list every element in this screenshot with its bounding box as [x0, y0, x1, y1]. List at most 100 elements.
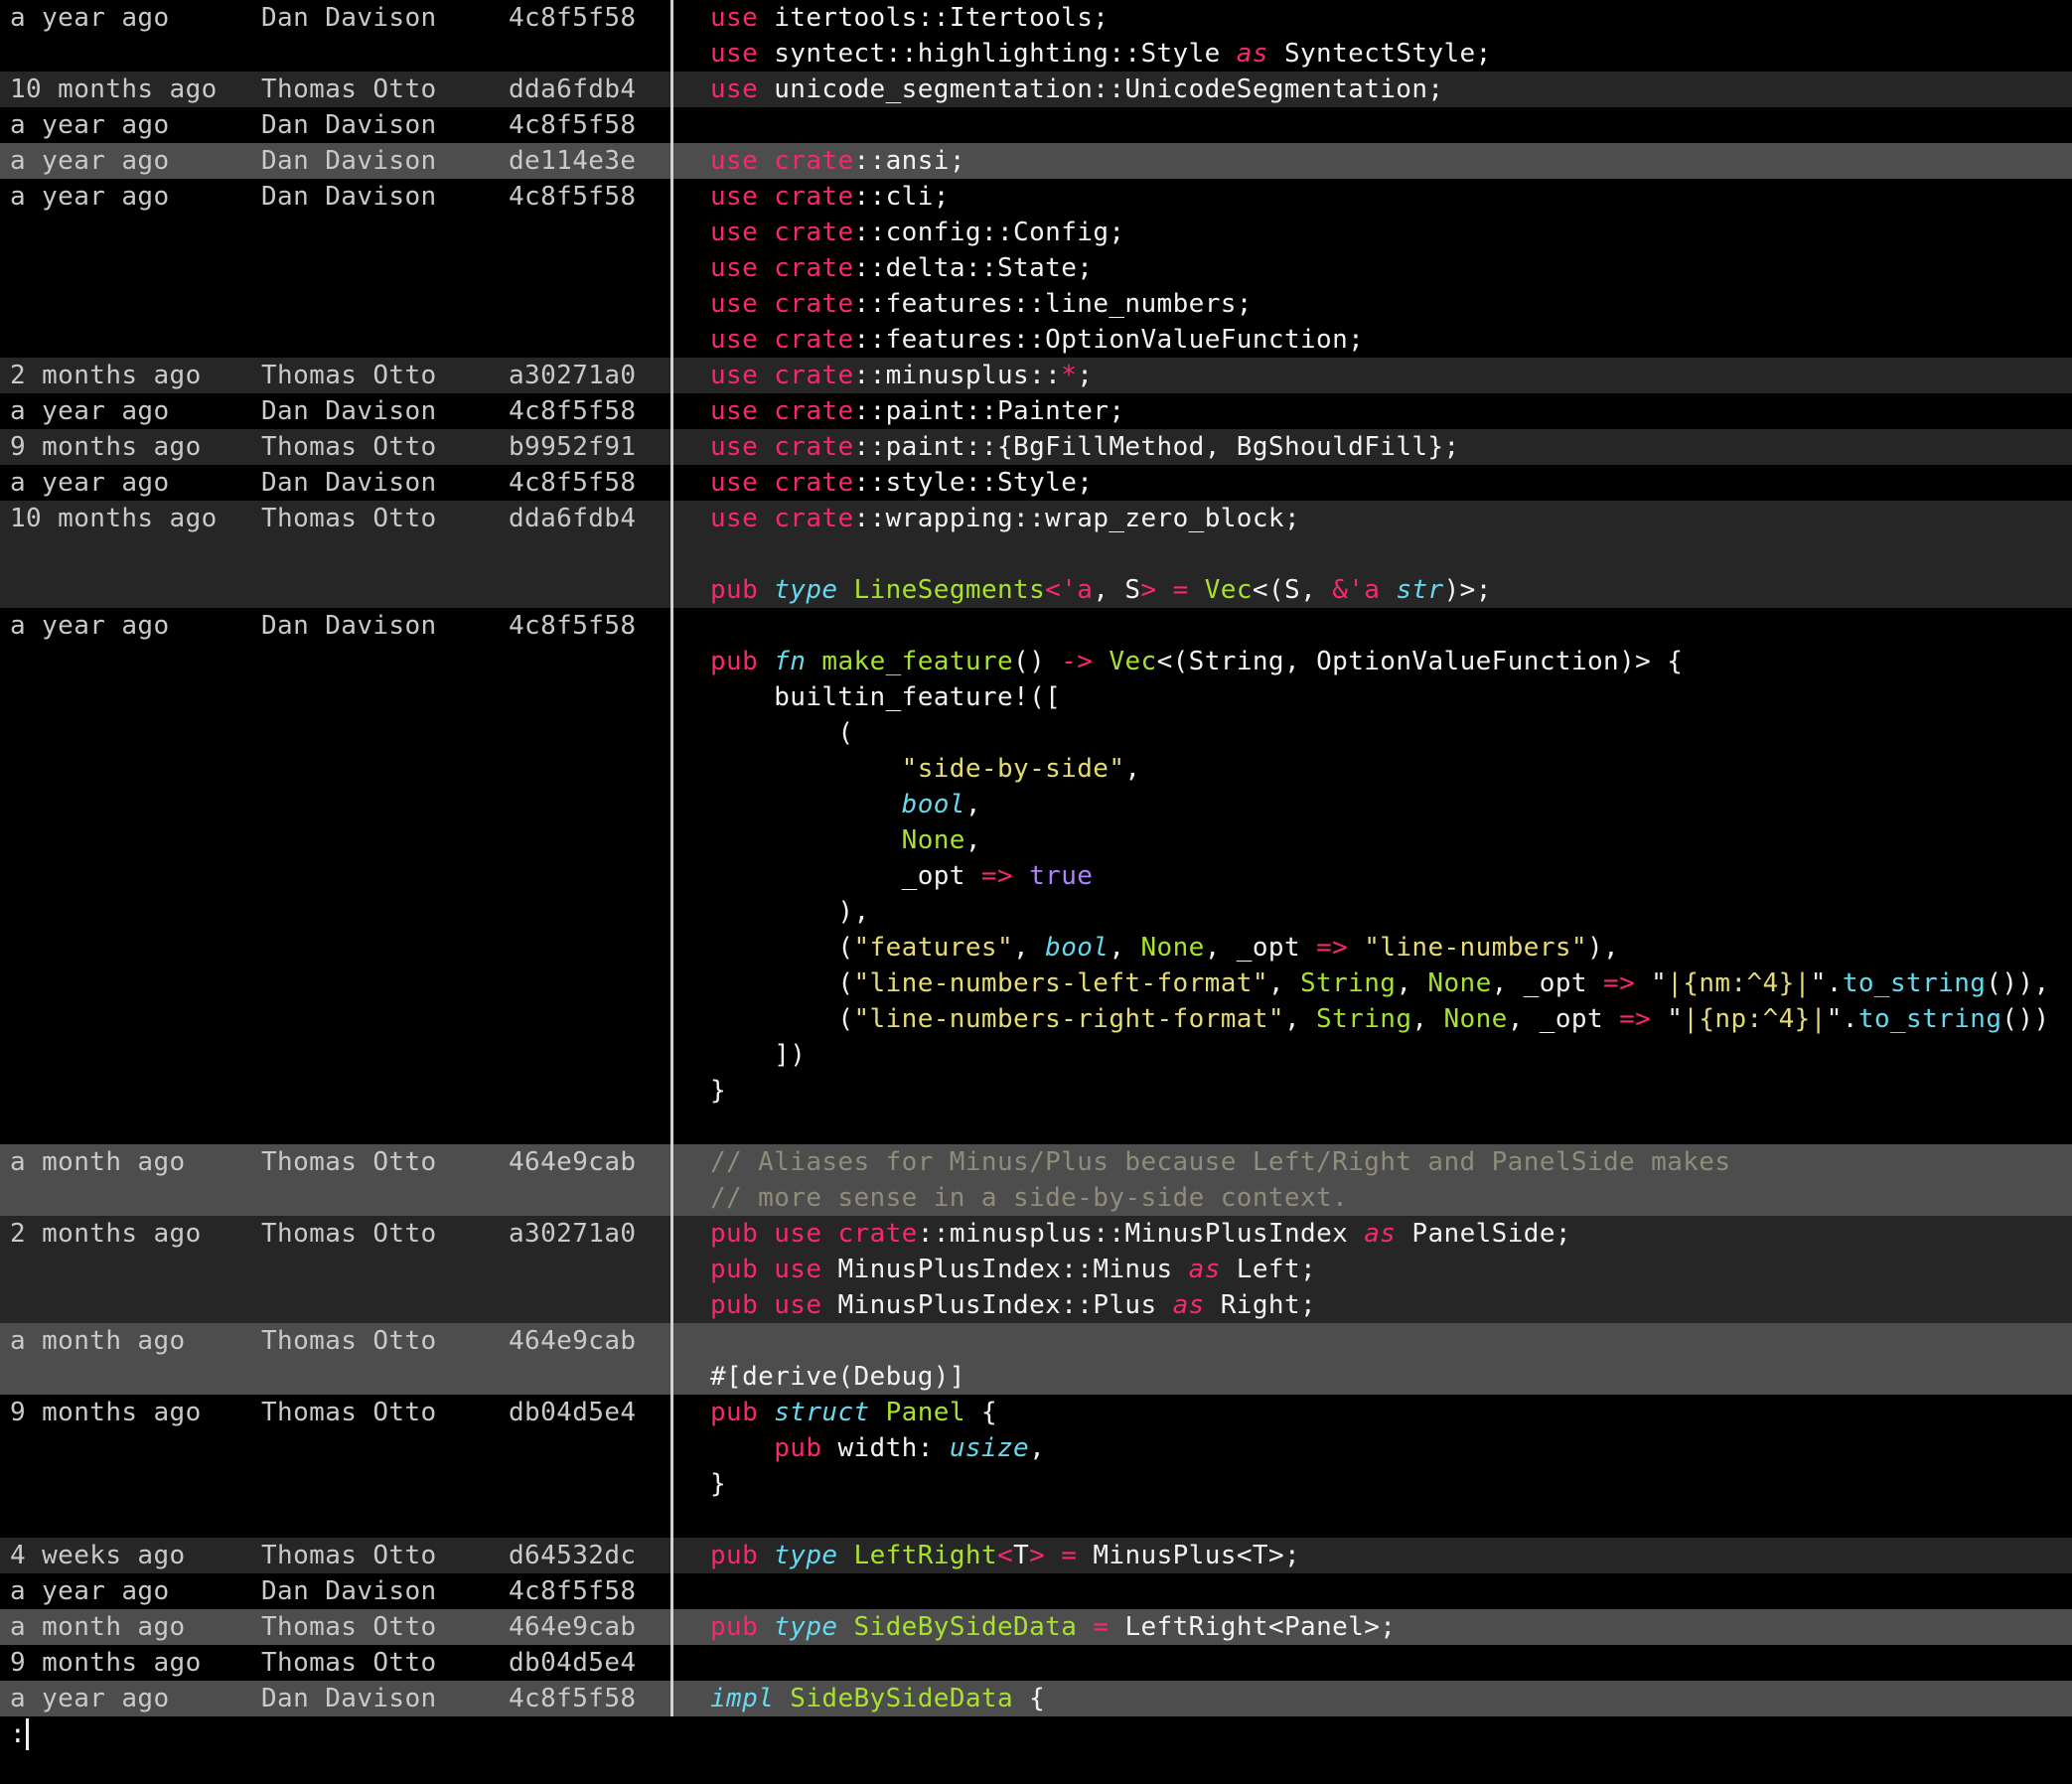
code-line: use crate::delta::State;: [710, 250, 1093, 286]
commit-date: a year ago: [10, 608, 170, 644]
code-line: #[derive(Debug)]: [710, 1359, 965, 1395]
commit-date: 10 months ago: [10, 72, 218, 107]
blame-row: bool,: [0, 787, 2072, 822]
code-line: use crate::wrapping::wrap_zero_block;: [710, 501, 1300, 536]
blame-row: "side-by-side",: [0, 751, 2072, 787]
commit-hash: 4c8f5f58: [509, 465, 636, 501]
code-line: ),: [710, 894, 870, 930]
blame-row: pub type LineSegments<'a, S> = Vec<(S, &…: [0, 572, 2072, 608]
code-line: pub width: usize,: [710, 1430, 1045, 1466]
blame-row: ("line-numbers-left-format", String, Non…: [0, 966, 2072, 1001]
commit-date: 10 months ago: [10, 501, 218, 536]
code-line: pub type LineSegments<'a, S> = Vec<(S, &…: [710, 572, 1492, 608]
blame-row: ("features", bool, None, _opt => "line-n…: [0, 930, 2072, 966]
code-line: use crate::paint::{BgFillMethod, BgShoul…: [710, 429, 1460, 465]
code-line: ]): [710, 1037, 806, 1073]
blame-row: a year ago Dan Davison 4c8f5f58 use crate::…: [0, 465, 2072, 501]
commit-author: Thomas Otto: [261, 1645, 437, 1681]
commit-hash: 4c8f5f58: [509, 393, 636, 429]
code-line: pub type LeftRight<T> = MinusPlus<T>;: [710, 1538, 1300, 1573]
commit-author: Dan Davison: [261, 179, 437, 215]
code-line: ("line-numbers-left-format", String, Non…: [710, 966, 2050, 1001]
commit-hash: 4c8f5f58: [509, 1573, 636, 1609]
commit-hash: db04d5e4: [509, 1395, 636, 1430]
blame-row: 10 months agoThomas Ottodda6fdb4use crat…: [0, 501, 2072, 536]
text-cursor: [26, 1718, 29, 1750]
blame-row: }: [0, 1466, 2072, 1502]
commit-author: Dan Davison: [261, 1681, 437, 1716]
commit-author: Thomas Otto: [261, 1609, 437, 1645]
code-line: "side-by-side",: [710, 751, 1140, 787]
commit-author: Dan Davison: [261, 393, 437, 429]
commit-author: Thomas Otto: [261, 1216, 437, 1252]
commit-author: Thomas Otto: [261, 1144, 437, 1180]
code-line: use crate::ansi;: [710, 143, 965, 179]
commit-hash: 4c8f5f58: [509, 1681, 636, 1716]
commit-author: Dan Davison: [261, 608, 437, 644]
blame-row: ("line-numbers-right-format", String, No…: [0, 1001, 2072, 1037]
blame-row: a month agoThomas Otto464e9cab// Aliases…: [0, 1144, 2072, 1180]
blame-row: use crate::features::OptionValueFunction…: [0, 322, 2072, 358]
commit-date: a year ago: [10, 465, 170, 501]
code-line: pub fn make_feature() -> Vec<(String, Op…: [710, 644, 1683, 679]
blame-row: None,: [0, 822, 2072, 858]
blame-row: a year agoDan Davisonde114e3euse crate::…: [0, 143, 2072, 179]
code-line: use crate::features::line_numbers;: [710, 286, 1253, 322]
blame-row: [0, 536, 2072, 572]
pager-prompt: :: [10, 1716, 26, 1752]
blame-row: builtin_feature!([: [0, 679, 2072, 715]
blame-row: #[derive(Debug)]: [0, 1359, 2072, 1395]
code-line: use crate::style::Style;: [710, 465, 1093, 501]
column-separator: [670, 0, 673, 1716]
blame-row: a year agoDan Davison4c8f5f58: [0, 608, 2072, 644]
commit-author: Thomas Otto: [261, 1395, 437, 1430]
commit-hash: dda6fdb4: [509, 501, 636, 536]
blame-row: a year agoDan Davison4c8f5f58: [0, 107, 2072, 143]
blame-row: use crate::features::line_numbers;: [0, 286, 2072, 322]
commit-author: Dan Davison: [261, 107, 437, 143]
commit-date: 2 months ago: [10, 1216, 202, 1252]
commit-hash: 464e9cab: [509, 1609, 636, 1645]
blame-row: pub width: usize,: [0, 1430, 2072, 1466]
blame-view: a year agoDan Davison4c8f5f58use itertoo…: [0, 0, 2072, 1716]
blame-row: a year agoDan Davison4c8f5f58impl SideBy…: [0, 1681, 2072, 1716]
code-line: use crate::config::Config;: [710, 215, 1124, 250]
commit-date: a year ago: [10, 1573, 170, 1609]
terminal[interactable]: a year agoDan Davison4c8f5f58use itertoo…: [0, 0, 2072, 1784]
blame-row: 9 months agoThomas Ottob9952f91use crate…: [0, 429, 2072, 465]
code-line: use crate::cli;: [710, 179, 950, 215]
commit-date: a month ago: [10, 1609, 186, 1645]
code-line: }: [710, 1466, 726, 1502]
commit-author: Thomas Otto: [261, 1538, 437, 1573]
code-line: pub struct Panel {: [710, 1395, 997, 1430]
pager-prompt-line[interactable]: :: [0, 1716, 2072, 1752]
commit-date: a year ago: [10, 143, 170, 179]
blame-row: pub fn make_feature() -> Vec<(String, Op…: [0, 644, 2072, 679]
blame-row: use crate::config::Config;: [0, 215, 2072, 250]
code-line: ("features", bool, None, _opt => "line-n…: [710, 930, 1619, 966]
blame-row: a year agoDan Davison4c8f5f58use crate::…: [0, 393, 2072, 429]
blame-row: use crate::delta::State;: [0, 250, 2072, 286]
blame-row: [0, 1502, 2072, 1538]
blame-row: 9 months agoThomas Ottodb04d5e4: [0, 1645, 2072, 1681]
blame-row: 2 months agoThomas Ottoa30271a0use crate…: [0, 358, 2072, 393]
code-line: None,: [710, 822, 981, 858]
commit-author: Dan Davison: [261, 465, 437, 501]
commit-hash: 4c8f5f58: [509, 0, 636, 36]
commit-date: 9 months ago: [10, 429, 202, 465]
commit-date: a year ago: [10, 1681, 170, 1716]
commit-hash: db04d5e4: [509, 1645, 636, 1681]
blame-row: a year agoDan Davison4c8f5f58use itertoo…: [0, 0, 2072, 36]
blame-row: a year agoDan Davison4c8f5f58use crate::…: [0, 179, 2072, 215]
commit-hash: de114e3e: [509, 143, 636, 179]
code-line: ("line-numbers-right-format", String, No…: [710, 1001, 2050, 1037]
commit-hash: 4c8f5f58: [509, 179, 636, 215]
code-line: pub use MinusPlusIndex::Plus as Right;: [710, 1287, 1316, 1323]
commit-hash: 4c8f5f58: [509, 107, 636, 143]
commit-hash: d64532dc: [509, 1538, 636, 1573]
commit-hash: b9952f91: [509, 429, 636, 465]
blame-row: pub use MinusPlusIndex::Minus as Left;: [0, 1252, 2072, 1287]
commit-hash: 464e9cab: [509, 1144, 636, 1180]
blame-row: 4 weeks agoThomas Ottod64532dcpub type L…: [0, 1538, 2072, 1573]
code-line: use crate::paint::Painter;: [710, 393, 1124, 429]
